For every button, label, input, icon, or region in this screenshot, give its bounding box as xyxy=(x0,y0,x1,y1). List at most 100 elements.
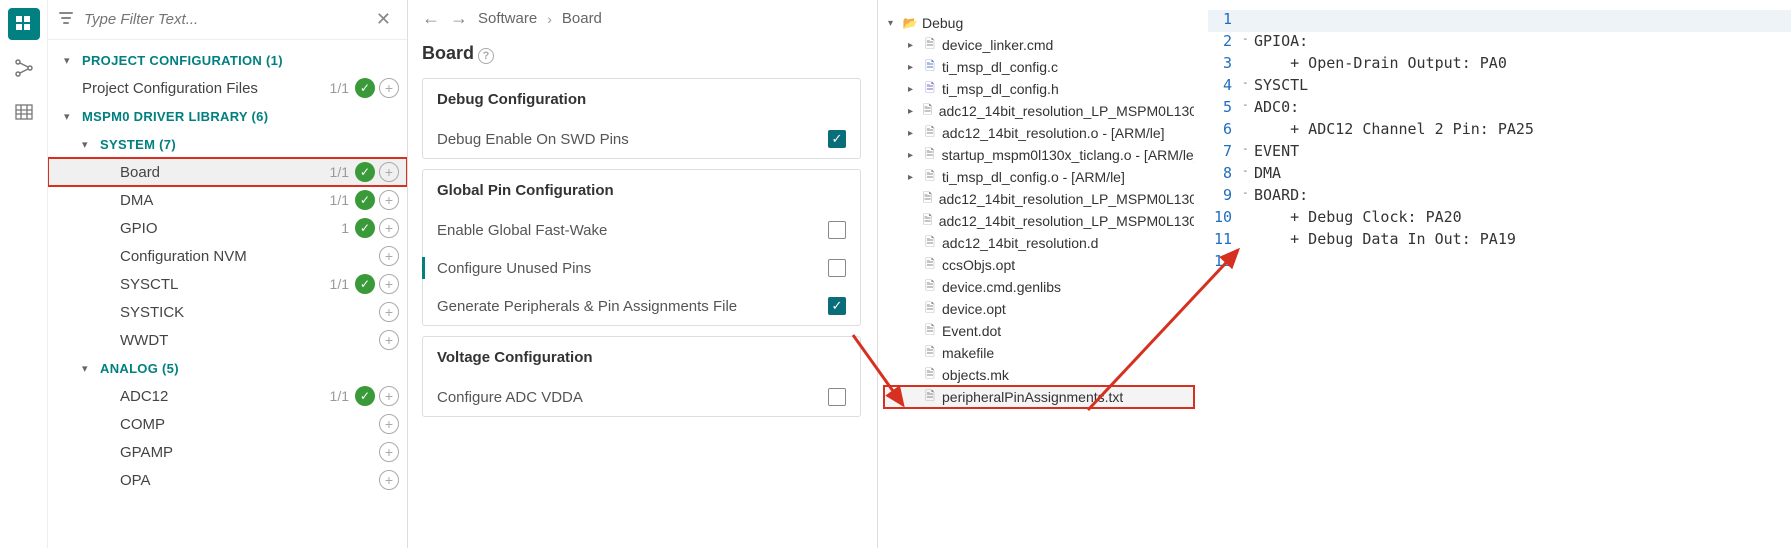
item-sysctl[interactable]: SYSCTL 1/1 ✓ + xyxy=(48,270,407,298)
filter-row: ✕ xyxy=(48,0,407,40)
item-adc12[interactable]: ADC12 1/1 ✓ + xyxy=(48,382,407,410)
folder-debug[interactable]: ▾ 📂 Debug xyxy=(884,12,1194,34)
file-row[interactable]: ▸🗎startup_mspm0l130x_ticlang.o - [ARM/le… xyxy=(884,144,1194,166)
file-icon: 🗎 xyxy=(921,191,935,207)
binary-file-icon: 🗎 xyxy=(922,147,938,163)
file-row[interactable]: ▸🗎ti_msp_dl_config.h xyxy=(884,78,1194,100)
option-debug-swd[interactable]: Debug Enable On SWD Pins ✓ xyxy=(423,120,860,158)
category-driver-library[interactable]: ▾ MSPM0 DRIVER LIBRARY (6) xyxy=(48,102,407,130)
breadcrumb-board[interactable]: Board xyxy=(562,10,602,27)
file-row[interactable]: 🗎Event.dot xyxy=(884,320,1194,342)
editor-line[interactable]: 3 + Open-Drain Output: PA0 xyxy=(1208,54,1791,76)
check-icon: ✓ xyxy=(355,190,375,210)
file-row[interactable]: 🗎ccsObjs.opt xyxy=(884,254,1194,276)
item-opa[interactable]: OPA + xyxy=(48,466,407,494)
file-icon: 🗎 xyxy=(922,367,938,383)
checkbox-checked-icon[interactable]: ✓ xyxy=(828,297,846,315)
file-row[interactable]: 🗎device.cmd.genlibs xyxy=(884,276,1194,298)
item-systick[interactable]: SYSTICK + xyxy=(48,298,407,326)
file-peripheral-pin-assignments[interactable]: 🗎peripheralPinAssignments.txt xyxy=(884,386,1194,408)
category-project-config[interactable]: ▾ PROJECT CONFIGURATION (1) xyxy=(48,46,407,74)
breadcrumb-software[interactable]: Software xyxy=(478,10,537,27)
checkbox-checked-icon[interactable]: ✓ xyxy=(828,130,846,148)
card-global-pin: Global Pin Configuration Enable Global F… xyxy=(422,169,861,326)
file-row[interactable]: 🗎adc12_14bit_resolution_LP_MSPM0L1306_no xyxy=(884,188,1194,210)
editor-line[interactable]: 10 + Debug Clock: PA20 xyxy=(1208,208,1791,230)
option-generate-file[interactable]: Generate Peripherals & Pin Assignments F… xyxy=(423,287,860,325)
add-icon[interactable]: + xyxy=(379,162,399,182)
checkbox-icon[interactable] xyxy=(828,388,846,406)
file-row[interactable]: 🗎objects.mk xyxy=(884,364,1194,386)
file-row[interactable]: ▸🗎adc12_14bit_resolution.o - [ARM/le] xyxy=(884,122,1194,144)
category-analog[interactable]: ▾ ANALOG (5) xyxy=(48,354,407,382)
file-row[interactable]: 🗎device.opt xyxy=(884,298,1194,320)
add-icon[interactable]: + xyxy=(379,414,399,434)
editor-line[interactable]: 12 xyxy=(1208,252,1791,274)
file-icon: 🗎 xyxy=(922,389,938,405)
table-icon[interactable] xyxy=(8,96,40,128)
item-comp[interactable]: COMP + xyxy=(48,410,407,438)
editor-line[interactable]: 2-GPIOA: xyxy=(1208,32,1791,54)
add-icon[interactable]: + xyxy=(379,78,399,98)
file-row[interactable]: 🗎adc12_14bit_resolution.d xyxy=(884,232,1194,254)
grid-view-icon[interactable] xyxy=(8,8,40,40)
item-board[interactable]: Board 1/1 ✓ + xyxy=(48,158,407,186)
category-system[interactable]: ▾ SYSTEM (7) xyxy=(48,130,407,158)
filter-input[interactable] xyxy=(78,7,370,32)
file-icon: 🗎 xyxy=(922,301,938,317)
add-icon[interactable]: + xyxy=(379,218,399,238)
clear-filter-icon[interactable]: ✕ xyxy=(370,9,397,30)
chevron-right-icon: ▸ xyxy=(908,106,919,117)
file-row[interactable]: ▸🗎adc12_14bit_resolution_LP_MSPM0L1306_n… xyxy=(884,100,1194,122)
config-tree: ▾ PROJECT CONFIGURATION (1) Project Conf… xyxy=(48,40,407,548)
add-icon[interactable]: + xyxy=(379,442,399,462)
editor-line[interactable]: 9-BOARD: xyxy=(1208,186,1791,208)
filter-icon[interactable] xyxy=(54,6,78,33)
chevron-right-icon: ▸ xyxy=(908,172,920,183)
text-editor[interactable]: 1 2-GPIOA: 3 + Open-Drain Output: PA0 4-… xyxy=(1198,0,1791,548)
editor-line[interactable]: 4-SYSCTL xyxy=(1208,76,1791,98)
help-icon[interactable]: ? xyxy=(478,48,494,64)
add-icon[interactable]: + xyxy=(379,274,399,294)
item-config-nvm[interactable]: Configuration NVM + xyxy=(48,242,407,270)
add-icon[interactable]: + xyxy=(379,330,399,350)
editor-line[interactable]: 6 + ADC12 Channel 2 Pin: PA25 xyxy=(1208,120,1791,142)
file-row[interactable]: ▸🗎ti_msp_dl_config.c xyxy=(884,56,1194,78)
file-row[interactable]: ▸🗎ti_msp_dl_config.o - [ARM/le] xyxy=(884,166,1194,188)
binary-file-icon: 🗎 xyxy=(922,169,938,185)
item-project-config-files[interactable]: Project Configuration Files 1/1 ✓ + xyxy=(48,74,407,102)
item-wwdt[interactable]: WWDT + xyxy=(48,326,407,354)
option-adc-vdda[interactable]: Configure ADC VDDA xyxy=(423,378,860,416)
add-icon[interactable]: + xyxy=(379,246,399,266)
add-icon[interactable]: + xyxy=(379,302,399,322)
option-unused-pins[interactable]: Configure Unused Pins xyxy=(423,249,860,287)
chevron-right-icon: ▸ xyxy=(908,62,920,73)
item-dma[interactable]: DMA 1/1 ✓ + xyxy=(48,186,407,214)
editor-line[interactable]: 8-DMA xyxy=(1208,164,1791,186)
checkbox-icon[interactable] xyxy=(828,259,846,277)
breadcrumb: ← → Software › Board xyxy=(422,0,861,41)
item-gpio[interactable]: GPIO 1 ✓ + xyxy=(48,214,407,242)
add-icon[interactable]: + xyxy=(379,386,399,406)
checkbox-icon[interactable] xyxy=(828,221,846,239)
file-row[interactable]: 🗎makefile xyxy=(884,342,1194,364)
chevron-right-icon: ▸ xyxy=(908,40,920,51)
item-gpamp[interactable]: GPAMP + xyxy=(48,438,407,466)
editor-line[interactable]: 1 xyxy=(1208,10,1791,32)
editor-line[interactable]: 5-ADC0: xyxy=(1208,98,1791,120)
back-icon[interactable]: ← xyxy=(422,8,440,29)
file-row[interactable]: 🗎adc12_14bit_resolution_LP_MSPM0L1306_no xyxy=(884,210,1194,232)
add-icon[interactable]: + xyxy=(379,470,399,490)
option-fast-wake[interactable]: Enable Global Fast-Wake xyxy=(423,211,860,249)
chevron-right-icon: ▸ xyxy=(908,128,920,139)
chevron-right-icon: ▸ xyxy=(908,84,920,95)
editor-line[interactable]: 7-EVENT xyxy=(1208,142,1791,164)
file-explorer: ▾ 📂 Debug ▸🗎device_linker.cmd ▸🗎ti_msp_d… xyxy=(878,0,1198,548)
graph-icon[interactable] xyxy=(8,52,40,84)
card-voltage-config: Voltage Configuration Configure ADC VDDA xyxy=(422,336,861,417)
add-icon[interactable]: + xyxy=(379,190,399,210)
file-row[interactable]: ▸🗎device_linker.cmd xyxy=(884,34,1194,56)
forward-icon[interactable]: → xyxy=(450,8,468,29)
editor-line[interactable]: 11 + Debug Data In Out: PA19 xyxy=(1208,230,1791,252)
file-icon: 🗎 xyxy=(922,345,938,361)
